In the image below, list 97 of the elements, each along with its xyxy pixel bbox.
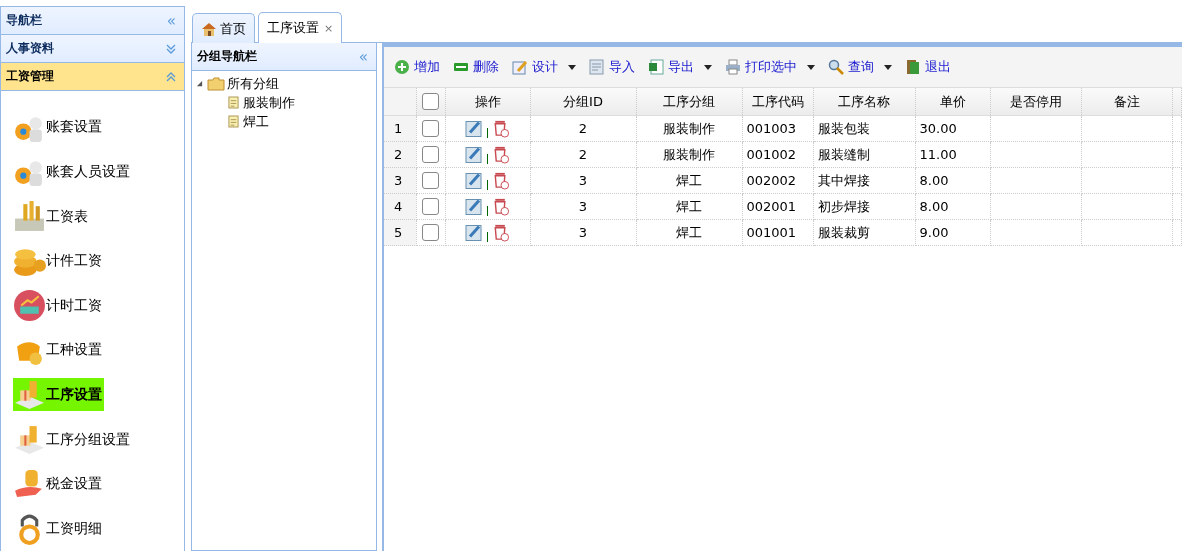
column-header: 单价 bbox=[915, 88, 990, 116]
edit-icon[interactable] bbox=[465, 171, 483, 190]
sidebar-item[interactable]: 工资表 bbox=[13, 200, 90, 234]
table-cell: 8.00 bbox=[915, 167, 990, 194]
accordion-header[interactable]: 工资管理 bbox=[1, 63, 184, 92]
tab[interactable]: 首页 bbox=[192, 13, 255, 43]
toolbar-button[interactable]: 设计 bbox=[512, 58, 576, 76]
pencil-note-icon bbox=[512, 59, 528, 75]
table-cell: 焊工 bbox=[636, 219, 742, 246]
toolbar-button[interactable]: 删除 bbox=[453, 58, 499, 76]
table-cell: 3 bbox=[530, 167, 636, 194]
document-icon bbox=[228, 115, 239, 128]
edit-icon[interactable] bbox=[465, 119, 483, 138]
chart-circle-icon bbox=[13, 289, 46, 323]
import-icon bbox=[589, 59, 605, 75]
chevron-icon bbox=[166, 71, 176, 82]
table-cell: 服装包装 bbox=[813, 115, 915, 142]
sidebar-item[interactable]: 工序设置 bbox=[13, 378, 104, 412]
document-icon bbox=[228, 96, 239, 109]
chevron-icon bbox=[166, 43, 176, 54]
sidebar-item[interactable]: 工序分组设置 bbox=[13, 423, 132, 456]
table-cell: 001003 bbox=[742, 115, 813, 142]
table-cell: 服装缝制 bbox=[813, 141, 915, 168]
house-icon bbox=[201, 20, 217, 37]
table-cell: 焊工 bbox=[636, 193, 742, 220]
table-cell: 服装制作 bbox=[636, 141, 742, 168]
trash-icon[interactable] bbox=[492, 171, 510, 190]
search-icon bbox=[828, 59, 844, 75]
tree-node[interactable]: 所有分组 bbox=[196, 74, 372, 93]
tree-node[interactable]: 焊工 bbox=[196, 112, 372, 131]
table-cell: 3 bbox=[530, 193, 636, 220]
tab[interactable]: 工序设置 × bbox=[258, 12, 343, 43]
row-number: 1 bbox=[384, 115, 416, 142]
column-header: 是否停用 bbox=[990, 88, 1081, 116]
toolbar-button[interactable]: 查询 bbox=[828, 58, 892, 76]
row-checkbox[interactable] bbox=[422, 172, 439, 189]
column-header: 工序分组 bbox=[636, 88, 742, 116]
table-cell: 001001 bbox=[742, 219, 813, 246]
bar-stack-icon bbox=[13, 200, 46, 234]
accordion-header[interactable]: 人事资料 bbox=[1, 35, 184, 64]
column-header: 工序名称 bbox=[813, 88, 915, 116]
table-cell: 初步焊接 bbox=[813, 193, 915, 220]
sidebar-item[interactable]: 税金设置 bbox=[13, 467, 104, 501]
sidebar-item[interactable]: 计时工资 bbox=[13, 289, 104, 323]
sidebar-item[interactable]: 工资明细 bbox=[13, 512, 104, 546]
table-cell: 服装制作 bbox=[636, 115, 742, 142]
toolbar-button[interactable]: 打印选中 bbox=[725, 58, 815, 76]
edit-icon[interactable] bbox=[465, 223, 483, 242]
table-cell: 焊工 bbox=[636, 167, 742, 194]
table-cell: 001002 bbox=[742, 141, 813, 168]
trash-icon[interactable] bbox=[492, 119, 510, 138]
toolbar-button[interactable]: 增加 bbox=[394, 58, 440, 76]
toolbar-button[interactable]: 导入 bbox=[589, 58, 635, 76]
edit-icon[interactable] bbox=[465, 145, 483, 164]
row-checkbox[interactable] bbox=[422, 224, 439, 241]
table-cell: 服装裁剪 bbox=[813, 219, 915, 246]
sidebar-item[interactable]: 账套设置 bbox=[13, 110, 104, 144]
printer-icon bbox=[725, 59, 741, 75]
row-checkbox[interactable] bbox=[422, 146, 439, 163]
add-icon bbox=[394, 59, 410, 75]
table-cell: 002002 bbox=[742, 167, 813, 194]
table-cell: 8.00 bbox=[915, 193, 990, 220]
sidebar-item[interactable]: 账套人员设置 bbox=[13, 155, 132, 189]
table-cell: 11.00 bbox=[915, 141, 990, 168]
select-all-checkbox[interactable] bbox=[422, 93, 439, 110]
sidebar-item[interactable]: 计件工资 bbox=[13, 244, 104, 278]
panel-title: 分组导航栏 bbox=[197, 48, 257, 65]
folder-icon bbox=[207, 76, 225, 91]
table-cell: 9.00 bbox=[915, 219, 990, 246]
close-button[interactable]: × bbox=[324, 21, 334, 35]
sidebar-item[interactable]: 工种设置 bbox=[13, 333, 104, 367]
toolbar-button[interactable]: 导出 bbox=[648, 58, 712, 76]
tree-node[interactable]: 服装制作 bbox=[196, 93, 372, 112]
table-cell: 其中焊接 bbox=[813, 167, 915, 194]
trash-icon[interactable] bbox=[492, 197, 510, 216]
table-cell: 002001 bbox=[742, 193, 813, 220]
row-number: 2 bbox=[384, 141, 416, 168]
row-checkbox[interactable] bbox=[422, 120, 439, 137]
sidebar-title: 导航栏 bbox=[6, 12, 42, 29]
column-header: 操作 bbox=[445, 88, 530, 116]
row-checkbox[interactable] bbox=[422, 198, 439, 215]
column-header: 备注 bbox=[1081, 88, 1172, 116]
door-icon bbox=[905, 59, 921, 75]
table-cell: 3 bbox=[530, 219, 636, 246]
spreadsheet-icon bbox=[648, 59, 664, 75]
row-number: 5 bbox=[384, 219, 416, 246]
column-header: 工序代码 bbox=[742, 88, 813, 116]
column-header: 分组ID bbox=[530, 88, 636, 116]
table-cell: 30.00 bbox=[915, 115, 990, 142]
trash-icon[interactable] bbox=[492, 145, 510, 164]
trash-icon[interactable] bbox=[492, 223, 510, 242]
row-number: 4 bbox=[384, 193, 416, 220]
table-cell: 2 bbox=[530, 141, 636, 168]
edit-icon[interactable] bbox=[465, 197, 483, 216]
row-number: 3 bbox=[384, 167, 416, 194]
toolbar-button[interactable]: 退出 bbox=[905, 58, 951, 76]
table-cell: 2 bbox=[530, 115, 636, 142]
